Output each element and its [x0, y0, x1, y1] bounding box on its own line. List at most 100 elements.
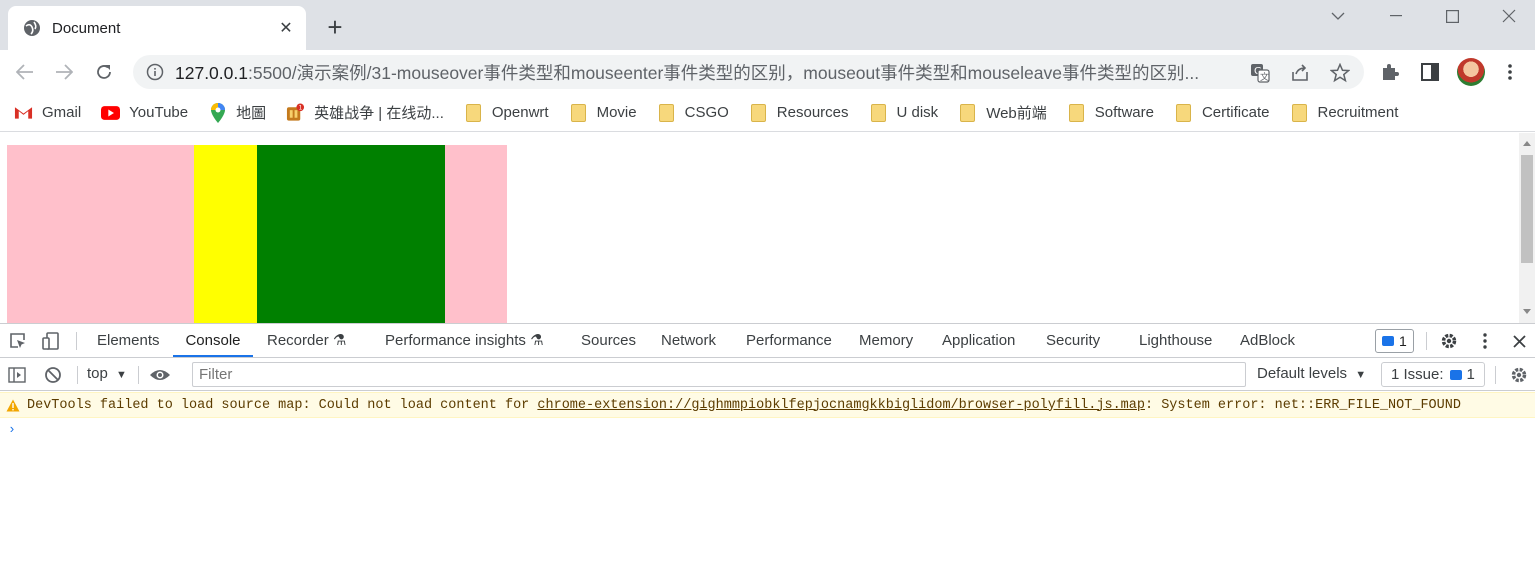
tab-performance[interactable]: Performance [746, 324, 832, 357]
bookmark-folder-u-disk[interactable]: U disk [869, 103, 938, 122]
info-icon[interactable] [145, 62, 165, 82]
tab-sources[interactable]: Sources [581, 324, 636, 357]
page-viewport [0, 133, 1535, 323]
divider [1495, 366, 1496, 384]
divider [138, 366, 139, 384]
tab-network[interactable]: Network [661, 324, 716, 357]
extensions-icon[interactable] [1377, 59, 1403, 85]
close-tab-icon[interactable]: ✕ [276, 18, 296, 38]
bookmark-label: Software [1094, 104, 1154, 121]
levels-label: Default levels [1257, 365, 1348, 382]
bookmark-game[interactable]: 1 英雄战争 | 在线动... [286, 102, 444, 123]
bookmark-folder-certificate[interactable]: Certificate [1174, 103, 1270, 122]
folder-icon [657, 103, 676, 122]
context-value: top [87, 365, 108, 382]
devtools-menu-kebab-icon[interactable] [1474, 330, 1496, 352]
folder-icon [869, 103, 888, 122]
console-filter-input[interactable] [192, 362, 1246, 387]
tab-lighthouse[interactable]: Lighthouse [1139, 324, 1212, 357]
bookmark-maps[interactable]: 地圖 [208, 102, 266, 123]
side-panel-icon[interactable] [1417, 59, 1443, 85]
warning-prefix: DevTools failed to load source map: Coul… [27, 397, 538, 413]
yellow-box[interactable] [194, 145, 257, 323]
profile-avatar[interactable] [1457, 58, 1485, 86]
tab-console[interactable]: Console [173, 324, 253, 357]
tab-elements[interactable]: Elements [97, 324, 160, 357]
source-map-link[interactable]: chrome-extension://gighmmpiobklfepjocnam… [537, 398, 1145, 413]
clear-console-icon[interactable] [42, 364, 64, 386]
tab-application[interactable]: Application [942, 324, 1015, 357]
bookmark-label: 英雄战争 | 在线动... [314, 105, 444, 122]
maximize-icon[interactable] [1423, 0, 1481, 32]
tab-performance-insights[interactable]: Performance insights ⚗ [385, 324, 544, 357]
warning-suffix: : System error: net::ERR_FILE_NOT_FOUND [1145, 397, 1461, 413]
new-tab-button[interactable]: + [322, 14, 348, 40]
bookmark-label: 地圖 [236, 105, 267, 122]
devtools-tab-bar: Elements Console Recorder ⚗ Performance … [0, 324, 1535, 358]
scroll-down-arrow[interactable] [1523, 309, 1531, 314]
back-button[interactable] [12, 59, 38, 85]
minimize-icon[interactable] [1367, 0, 1425, 32]
bookmark-folder-openwrt[interactable]: Openwrt [464, 103, 549, 122]
browser-toolbar: 127.0.0.1:5500/演示案例/31-mouseover事件类型和mou… [0, 50, 1535, 94]
divider [1426, 332, 1427, 350]
divider [76, 332, 77, 350]
inspect-element-icon[interactable] [7, 330, 29, 352]
page-scrollbar[interactable] [1519, 133, 1535, 323]
folder-icon [958, 103, 977, 122]
close-devtools-icon[interactable] [1508, 330, 1530, 352]
tab-document[interactable]: Document ✕ [8, 6, 306, 50]
dropdown-arrow-icon: ▼ [1355, 369, 1367, 381]
device-toolbar-icon[interactable] [41, 330, 63, 352]
bookmark-folder-recruitment[interactable]: Recruitment [1290, 103, 1399, 122]
context-selector[interactable]: top ▼ [87, 365, 127, 382]
bookmark-gmail[interactable]: Gmail [14, 103, 81, 122]
issues-button[interactable]: 1 Issue: 1 [1381, 362, 1485, 387]
menu-kebab-icon[interactable] [1497, 59, 1523, 85]
bookmark-youtube[interactable]: YouTube [101, 103, 188, 122]
tab-strip: Document ✕ + [0, 0, 1535, 50]
scrollbar-thumb[interactable] [1521, 155, 1533, 263]
bookmark-folder-web[interactable]: Web前端 [958, 102, 1047, 123]
log-levels-dropdown[interactable]: Default levels ▼ [1257, 365, 1366, 382]
folder-icon [569, 103, 588, 122]
pink-outer-box[interactable] [7, 145, 507, 323]
tab-security[interactable]: Security [1046, 324, 1100, 357]
globe-icon [22, 18, 42, 38]
reload-button[interactable] [91, 59, 117, 85]
bookmark-label: Certificate [1201, 104, 1270, 121]
bookmark-folder-csgo[interactable]: CSGO [657, 103, 729, 122]
url-host: 127.0.0.1 [175, 62, 248, 83]
bookmark-label: Openwrt [491, 104, 549, 121]
sidebar-toggle-icon[interactable] [6, 364, 28, 386]
live-expression-eye-icon[interactable] [149, 364, 171, 386]
chevron-down-icon[interactable] [1309, 0, 1367, 32]
tab-recorder[interactable]: Recorder ⚗ [267, 324, 346, 357]
messages-badge[interactable]: 1 [1375, 329, 1414, 353]
bookmark-star-icon[interactable] [1329, 62, 1351, 84]
green-inner-box[interactable] [257, 145, 445, 323]
address-bar[interactable]: 127.0.0.1:5500/演示案例/31-mouseover事件类型和mou… [133, 55, 1364, 89]
bookmark-folder-movie[interactable]: Movie [569, 103, 637, 122]
tab-adblock[interactable]: AdBlock [1240, 324, 1295, 357]
console-settings-gear-icon[interactable] [1508, 364, 1530, 386]
bookmarks-bar: Gmail YouTube 地圖 1 英雄战争 | 在线动... Openwrt… [0, 94, 1535, 132]
settings-gear-icon[interactable] [1438, 330, 1460, 352]
bookmark-folder-resources[interactable]: Resources [749, 103, 849, 122]
url-text[interactable]: 127.0.0.1:5500/演示案例/31-mouseover事件类型和mou… [175, 60, 1233, 85]
console-warning-message: DevTools failed to load source map: Coul… [0, 392, 1535, 418]
share-icon[interactable] [1289, 62, 1311, 84]
translate-icon[interactable]: G文 [1249, 62, 1271, 84]
bookmark-folder-software[interactable]: Software [1067, 103, 1154, 122]
url-path: :5500/演示案例/31-mouseover事件类型和mouseenter事件… [247, 62, 1200, 83]
scroll-up-arrow[interactable] [1523, 141, 1531, 146]
bookmark-label: CSGO [684, 104, 729, 121]
bookmark-label: YouTube [129, 104, 189, 121]
tab-memory[interactable]: Memory [859, 324, 913, 357]
folder-icon [1067, 103, 1086, 122]
close-window-icon[interactable] [1480, 0, 1535, 32]
forward-button[interactable] [51, 59, 77, 85]
bookmark-label: Recruitment [1317, 104, 1399, 121]
console-prompt[interactable]: › [8, 422, 16, 437]
bookmark-label: Gmail [42, 104, 82, 121]
